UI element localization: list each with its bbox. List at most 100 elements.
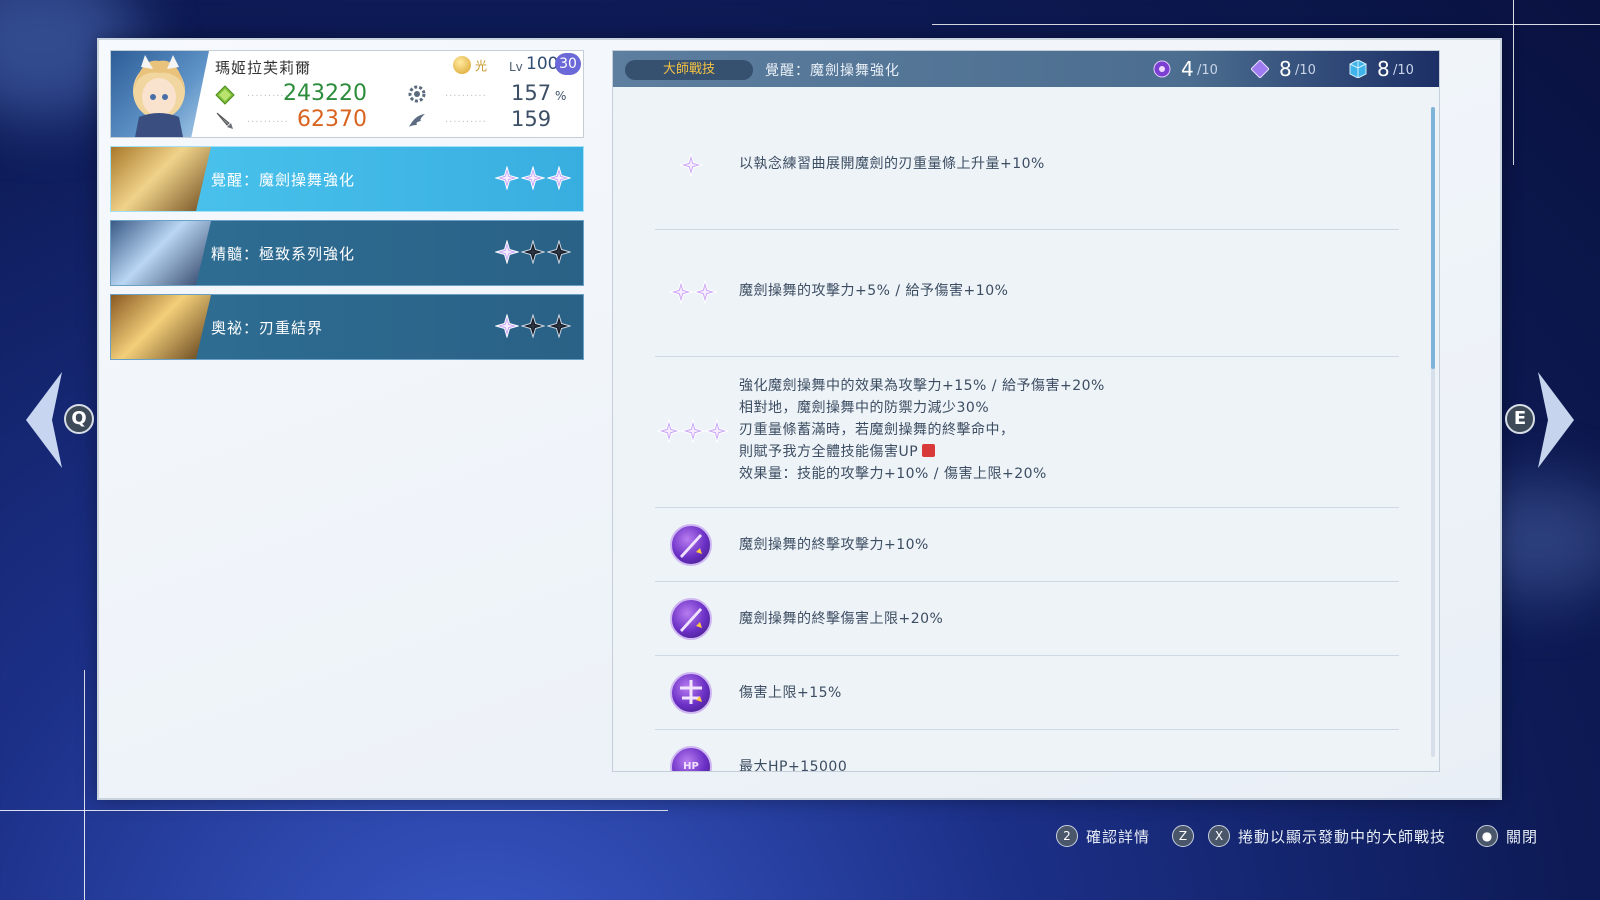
buff-status-icon [922, 444, 936, 457]
stat-dots: ·········· [247, 117, 289, 128]
effect-text: 以執念練習曲展開魔劍的刃重量條上升量+10% [739, 156, 1045, 172]
bg-line [84, 670, 85, 900]
effect-line: 則賦予我方全體技能傷害UP [739, 441, 1105, 463]
character-name: 瑪姬拉芙莉爾 [215, 59, 312, 77]
prev-key-q[interactable]: Q [64, 404, 94, 434]
tier-star-icon [656, 418, 682, 447]
skill-detail-pane: 大師戰技 覺醒：魔劍操舞強化 4 /10 8 /10 8 /10 以執念練習曲展… [612, 50, 1440, 772]
effect-text: 魔劍操舞的終擊傷害上限+20% [739, 611, 944, 627]
diamond-icon [1251, 60, 1269, 78]
attack-value: 62370 [297, 107, 367, 132]
level-label: Lv [509, 60, 523, 74]
hp-orb-icon: HP [670, 746, 712, 771]
star-filled-icon [520, 165, 546, 191]
star-empty-icon [546, 239, 572, 265]
star-filled-icon [546, 165, 572, 191]
master-skill-tag: 大師戰技 [625, 60, 753, 80]
crit-gear-icon [408, 85, 426, 103]
effect-entry: HP 最大HP+15000 [655, 730, 1399, 771]
speed-wing-icon [409, 114, 425, 127]
tier-star-icon [668, 279, 694, 308]
star-filled-icon [494, 165, 520, 191]
skill-row-secret[interactable]: 奧祕：刃重結界 [110, 294, 584, 360]
confirm-label[interactable]: 確認詳情 [1086, 826, 1150, 847]
star-tier-3-icon [656, 418, 730, 447]
effect-text: 最大HP+15000 [739, 759, 848, 771]
element-label: 光 [475, 59, 488, 73]
close-key-icon[interactable]: ● [1476, 825, 1498, 847]
detail-header: 大師戰技 覺醒：魔劍操舞強化 4 /10 8 /10 8 /10 [613, 51, 1439, 87]
star-empty-icon [546, 313, 572, 339]
counter-max: /10 [1295, 63, 1316, 78]
confirm-key[interactable]: 2 [1056, 825, 1078, 847]
counter-max: /10 [1393, 63, 1414, 78]
prev-arrow-icon[interactable] [22, 370, 66, 470]
speed-value: 159 [511, 107, 552, 131]
effect-text: 傷害上限+15% [739, 685, 842, 701]
character-portrait [111, 51, 209, 137]
effect-line: 刃重量條蓄滿時，若魔劍操舞的終擊命中， [739, 422, 1015, 438]
level-value: 100 [526, 54, 559, 74]
effect-entry: 魔劍操舞的終擊傷害上限+20% [655, 582, 1399, 656]
crit-value: 157 [511, 81, 552, 105]
tier-star-icon [704, 418, 730, 447]
bg-line [932, 24, 1600, 25]
crit-unit: % [555, 89, 567, 103]
footer-hints: 2 確認詳情 Z X 捲動以顯示發動中的大師戰技 ● 關閉 [0, 824, 1600, 850]
skill-label: 精髓：極致系列強化 [211, 245, 356, 263]
star-filled-icon [494, 313, 520, 339]
star-tier-1-icon [678, 152, 704, 181]
light-element-icon [453, 56, 471, 74]
skill-thumbnail [111, 221, 211, 285]
cube-icon [1349, 60, 1367, 78]
sword-orb-icon [670, 524, 712, 566]
tier-star-icon [680, 418, 706, 447]
effect-entry: 傷害上限+15% [655, 656, 1399, 730]
counter-value: 8 [1377, 57, 1390, 81]
next-key-e[interactable]: E [1505, 404, 1535, 434]
stat-dots: ·········· [445, 91, 487, 102]
counter-value: 4 [1181, 57, 1194, 81]
sword-orb-icon [670, 598, 712, 640]
tier-star-icon [678, 152, 704, 181]
level-plus-badge: 30 [555, 53, 581, 75]
effect-line-text: 則賦予我方全體技能傷害UP [739, 444, 919, 460]
effect-line: 相對地，魔劍操舞中的防禦力減少30% [739, 400, 990, 416]
purple-orb-icon [1153, 60, 1171, 78]
star-empty-icon [520, 239, 546, 265]
star-empty-icon [520, 313, 546, 339]
scroll-key-z[interactable]: Z [1172, 825, 1194, 847]
hp-diamond-icon [215, 85, 235, 105]
scrollbar-thumb[interactable] [1431, 107, 1435, 369]
effect-text: 魔劍操舞的終擊攻擊力+10% [739, 537, 929, 553]
counter-max: /10 [1197, 63, 1218, 78]
effect-entry: 以執念練習曲展開魔劍的刃重量條上升量+10% [655, 103, 1399, 230]
effect-entry: 魔劍操舞的終擊攻擊力+10% [655, 508, 1399, 582]
scroll-key-x[interactable]: X [1208, 825, 1230, 847]
skill-row-essence[interactable]: 精髓：極致系列強化 [110, 220, 584, 286]
skill-row-awakening[interactable]: 覺醒：魔劍操舞強化 [110, 146, 584, 212]
tier-star-icon [692, 279, 718, 308]
skill-thumbnail [111, 295, 211, 359]
stat-dots: ·········· [445, 117, 487, 128]
skill-label: 奧祕：刃重結界 [211, 319, 324, 337]
scroll-label[interactable]: 捲動以顯示發動中的大師戰技 [1238, 826, 1446, 847]
hp-badge-text: HP [683, 761, 699, 771]
skill-stars [494, 313, 572, 339]
skill-stars [494, 239, 572, 265]
effect-line: 效果量：技能的攻擊力+10% / 傷害上限+20% [739, 466, 1047, 482]
effect-text: 強化魔劍操舞中的效果為攻擊力+15% / 給予傷害+20% 相對地，魔劍操舞中的… [739, 375, 1105, 485]
hp-value: 243220 [283, 81, 367, 106]
skill-stars [494, 165, 572, 191]
master-skill-panel: 瑪姬拉芙莉爾 光 Lv 100 30 ·········· 243220 ···… [97, 38, 1502, 800]
bg-line [0, 810, 668, 811]
sword-icon [216, 112, 233, 129]
star-filled-icon [494, 239, 520, 265]
next-arrow-icon[interactable] [1534, 370, 1578, 470]
bg-line [1513, 0, 1514, 165]
cap-orb-icon [670, 672, 712, 714]
effect-entry: 魔劍操舞的攻擊力+5% / 給予傷害+10% [655, 230, 1399, 357]
effect-line: 強化魔劍操舞中的效果為攻擊力+15% / 給予傷害+20% [739, 378, 1105, 394]
effect-text: 魔劍操舞的攻擊力+5% / 給予傷害+10% [739, 283, 1009, 299]
close-label[interactable]: 關閉 [1506, 826, 1538, 847]
